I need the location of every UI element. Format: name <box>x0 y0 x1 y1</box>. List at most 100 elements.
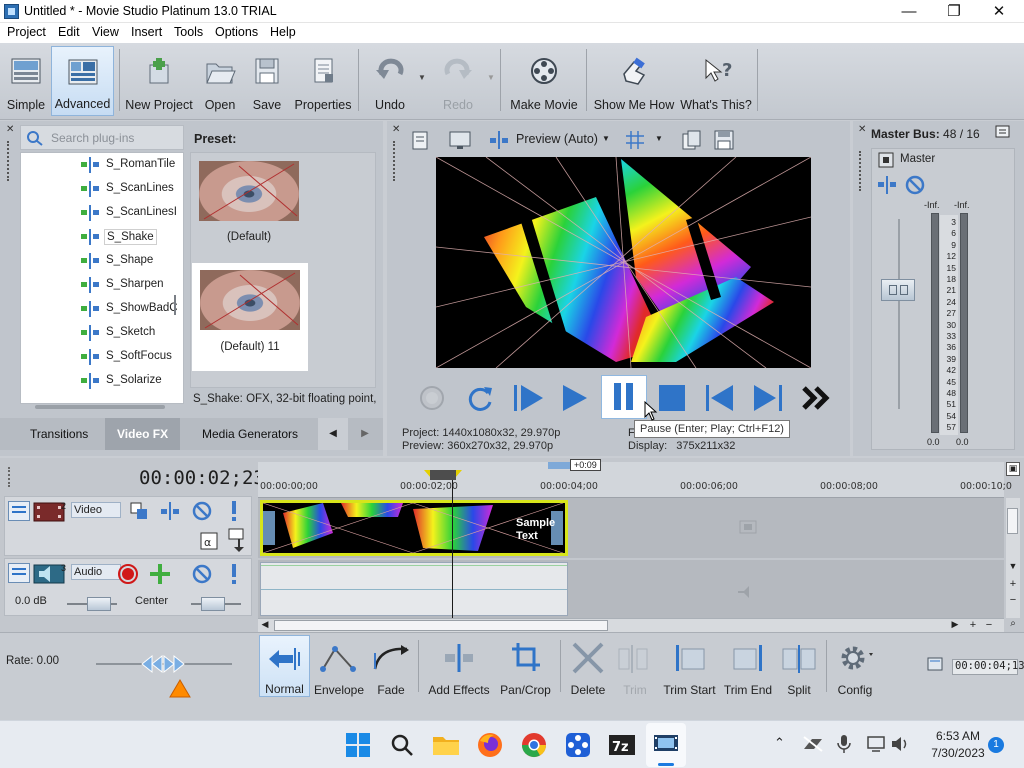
panel-close-icon[interactable]: ✕ <box>6 124 14 135</box>
pause-button[interactable] <box>601 375 647 419</box>
search-taskbar-icon[interactable] <box>386 729 418 761</box>
mute-icon[interactable] <box>191 500 213 522</box>
panel-close-icon[interactable]: ✕ <box>858 124 866 135</box>
trim-end-button[interactable]: Trim End <box>722 635 774 697</box>
zoom-tool-icon[interactable]: ⌕ <box>1006 618 1020 632</box>
split-button[interactable]: Split <box>778 635 820 697</box>
loop-region-bar[interactable] <box>430 470 456 480</box>
stop-button[interactable] <box>652 378 692 418</box>
video-track-lane[interactable]: Sample Text <box>258 498 1004 558</box>
overlays-grid-icon[interactable] <box>624 129 646 151</box>
go-to-end-button[interactable] <box>748 378 788 418</box>
compositing-mode-icon[interactable] <box>129 501 151 521</box>
zoom-out-vertical-icon[interactable]: − <box>1006 594 1020 608</box>
panel-grip-handle[interactable] <box>859 151 863 191</box>
menu-project[interactable]: Project <box>7 25 46 39</box>
preset-default[interactable]: (Default) <box>196 158 302 246</box>
solo-icon[interactable] <box>227 499 241 523</box>
clock-time[interactable]: 6:53 AM <box>928 729 988 743</box>
save-snapshot-icon[interactable] <box>712 129 736 151</box>
add-effects-button[interactable]: Add Effects <box>425 635 493 697</box>
7zip-icon[interactable]: 7z <box>606 729 638 761</box>
playhead-cursor[interactable] <box>452 480 453 618</box>
pan-crop-button[interactable]: Pan/Crop <box>497 635 554 697</box>
display-settings-icon[interactable] <box>866 734 888 754</box>
overlays-dropdown-icon[interactable]: ▼ <box>655 134 663 143</box>
master-properties-icon[interactable] <box>878 152 894 168</box>
split-screen-icon[interactable] <box>488 130 510 150</box>
undo-dropdown-icon[interactable]: ▼ <box>418 73 426 82</box>
simple-button[interactable]: Simple <box>3 46 49 116</box>
parent-composite-icon[interactable]: α <box>199 531 221 551</box>
menu-insert[interactable]: Insert <box>131 25 162 39</box>
show-me-how-button[interactable]: Show Me How <box>592 46 676 116</box>
tab-media-generators[interactable]: Media Generators <box>202 427 298 441</box>
panel-close-icon[interactable]: ✕ <box>392 124 400 135</box>
tab-video-fx[interactable]: Video FX <box>105 418 181 450</box>
audio-track-lane[interactable] <box>258 560 1004 618</box>
scroll-right-icon[interactable]: ▶ <box>948 619 962 632</box>
maximize-button[interactable]: ❐ <box>931 0 977 23</box>
external-monitor-icon[interactable] <box>448 129 472 151</box>
track-minimize-icon[interactable] <box>8 563 30 583</box>
tabs-scroll-left-icon[interactable]: ◀ <box>318 418 348 450</box>
trim-start-button[interactable]: Trim Start <box>661 635 718 697</box>
audio-solo-icon[interactable] <box>227 562 241 586</box>
timeline-grip-handle[interactable] <box>8 467 12 487</box>
preset-default-11[interactable]: (Default) 11 <box>192 263 308 371</box>
scroll-left-icon[interactable]: ◀ <box>258 619 272 632</box>
arm-for-record-icon[interactable] <box>117 563 139 585</box>
make-compositing-child-icon[interactable] <box>227 527 249 553</box>
fade-tool[interactable]: Fade <box>368 635 414 697</box>
audio-mute-icon[interactable] <box>191 563 213 585</box>
close-button[interactable]: ✕ <box>976 0 1022 23</box>
app-launcher-icon[interactable] <box>562 729 594 761</box>
clock-date[interactable]: 7/30/2023 <box>928 746 988 760</box>
menu-help[interactable]: Help <box>270 25 296 39</box>
play-button[interactable] <box>554 378 594 418</box>
zoom-in-horizontal-icon[interactable]: + <box>966 619 980 632</box>
windows-start-icon[interactable] <box>342 729 374 761</box>
horizontal-scroll-thumb[interactable] <box>274 620 608 631</box>
audio-track-name[interactable]: Audio <box>71 564 121 580</box>
video-track-header[interactable]: 2 Video α <box>4 496 252 556</box>
time-ruler[interactable]: +0:09 00:00:00;00 00:00:02;00 00:00:04;0… <box>258 459 1012 498</box>
open-button[interactable]: Open <box>198 46 242 116</box>
menu-options[interactable]: Options <box>215 25 258 39</box>
menu-tools[interactable]: Tools <box>174 25 203 39</box>
mixer-options-icon[interactable] <box>995 125 1011 139</box>
volume-icon[interactable] <box>890 734 912 754</box>
panel-grip-handle[interactable] <box>393 141 397 181</box>
preview-quality-dropdown-icon[interactable]: ▼ <box>602 134 610 143</box>
firefox-icon[interactable] <box>474 729 506 761</box>
audio-track-fx-icon[interactable] <box>149 563 171 585</box>
movie-studio-taskbar-button[interactable] <box>646 723 686 767</box>
pan-slider-handle[interactable] <box>201 597 225 611</box>
tabs-scroll-right-icon[interactable]: ▶ <box>350 418 380 450</box>
tree-horizontal-scrollbar[interactable] <box>35 405 165 409</box>
preview-quality-select[interactable]: Preview (Auto) <box>516 132 598 146</box>
zoom-in-vertical-icon[interactable]: + <box>1006 578 1020 592</box>
loop-playback-button[interactable] <box>460 378 500 418</box>
master-bypass-icon[interactable] <box>904 174 926 196</box>
volume-slider-handle[interactable] <box>87 597 111 611</box>
track-minimize-icon[interactable] <box>8 501 30 521</box>
menu-view[interactable]: View <box>92 25 119 39</box>
properties-button[interactable]: Properties <box>292 46 354 116</box>
show-hidden-icons-icon[interactable]: ⌃ <box>774 735 785 751</box>
audio-event-clip[interactable] <box>260 562 568 616</box>
tab-transitions[interactable]: Transitions <box>30 427 88 441</box>
video-properties-icon[interactable] <box>410 129 432 151</box>
zoom-out-horizontal-icon[interactable]: − <box>982 619 996 632</box>
file-explorer-icon[interactable] <box>430 729 462 761</box>
network-icon[interactable] <box>802 735 824 753</box>
rate-reset-icon[interactable] <box>168 678 192 698</box>
minimize-button[interactable]: — <box>886 0 932 23</box>
save-button[interactable]: Save <box>246 46 288 116</box>
plugin-search-box[interactable]: Search plug-ins <box>20 125 184 150</box>
video-event-clip[interactable]: Sample Text <box>260 500 568 556</box>
audio-track-header[interactable]: 3 Audio 0.0 dB Center <box>4 558 252 616</box>
make-movie-button[interactable]: Make Movie <box>508 46 580 116</box>
go-to-start-button[interactable] <box>700 378 740 418</box>
tree-scrollbar[interactable] <box>172 155 178 399</box>
